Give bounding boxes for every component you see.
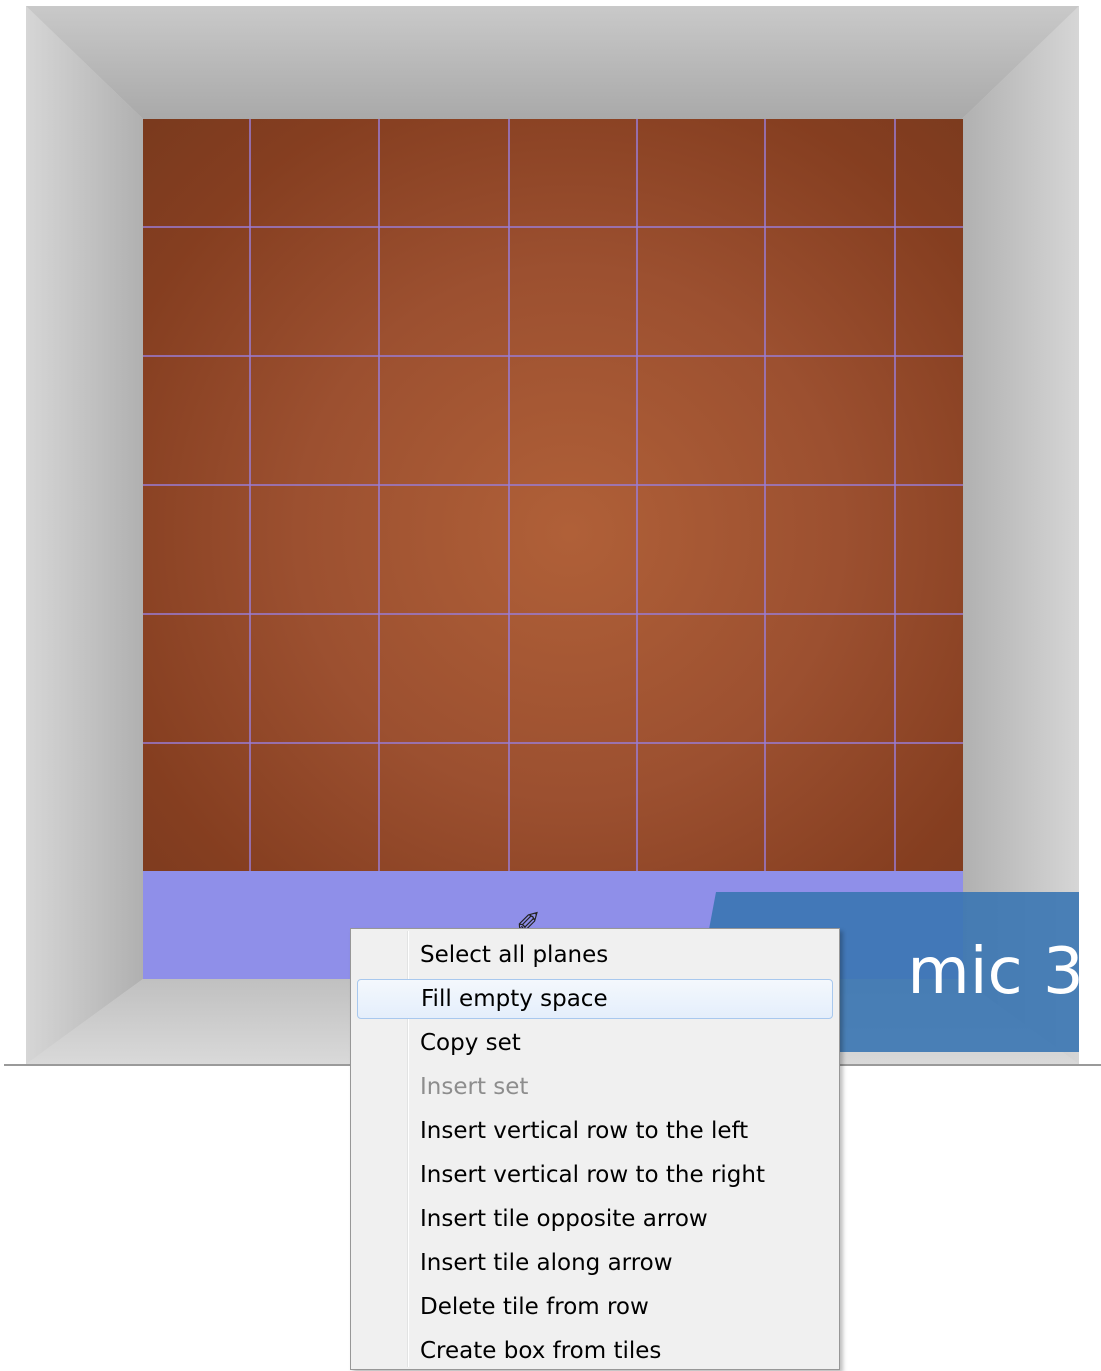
menu-item-insert-tile-opposite-arrow[interactable]: Insert tile opposite arrow — [357, 1199, 833, 1239]
context-menu: Select all planes Fill empty space Copy … — [350, 928, 840, 1370]
ceiling-wall — [26, 6, 1079, 119]
tiled-back-wall[interactable] — [143, 119, 963, 871]
menu-item-create-box-from-tiles[interactable]: Create box from tiles — [357, 1331, 833, 1371]
menu-item-copy-set[interactable]: Copy set — [357, 1023, 833, 1063]
menu-item-delete-tile-from-row[interactable]: Delete tile from row — [357, 1287, 833, 1327]
menu-item-insert-vertical-row-right[interactable]: Insert vertical row to the right — [357, 1155, 833, 1195]
room-3d-viewport[interactable]: ✐ mic 3D — [26, 6, 1079, 1064]
menu-item-select-all-planes[interactable]: Select all planes — [357, 935, 833, 975]
menu-item-insert-tile-along-arrow[interactable]: Insert tile along arrow — [357, 1243, 833, 1283]
brand-text: mic 3D — [907, 935, 1079, 1009]
menu-item-insert-vertical-row-left[interactable]: Insert vertical row to the left — [357, 1111, 833, 1151]
tile-grid — [143, 119, 963, 871]
menu-item-fill-empty-space[interactable]: Fill empty space — [357, 979, 833, 1019]
menu-item-insert-set: Insert set — [420, 1074, 529, 1100]
left-wall — [26, 6, 143, 1064]
